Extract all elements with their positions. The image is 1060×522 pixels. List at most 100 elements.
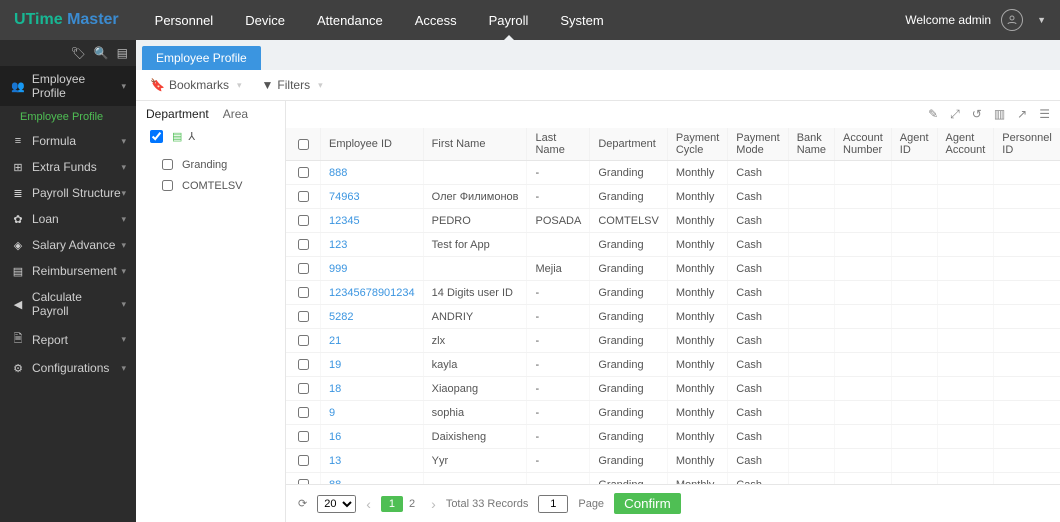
row-checkbox[interactable] xyxy=(298,359,309,370)
nav-personnel[interactable]: Personnel xyxy=(139,0,230,40)
tree-checkbox[interactable] xyxy=(162,159,173,170)
col-payment-cycle[interactable]: Payment Cycle xyxy=(667,128,727,161)
employee-id-link[interactable]: 19 xyxy=(321,353,424,377)
tree-checkbox[interactable] xyxy=(162,180,173,191)
row-checkbox[interactable] xyxy=(298,383,309,394)
cell-first-name: 14 Digits user ID xyxy=(423,281,527,305)
row-checkbox[interactable] xyxy=(298,455,309,466)
export-icon[interactable]: ↗ xyxy=(1017,107,1027,122)
sidebar-item-calculate-payroll[interactable]: ◀Calculate Payroll▾ xyxy=(0,284,136,324)
cell-first-name xyxy=(423,161,527,185)
sidebar-item-payroll-structure[interactable]: ≣Payroll Structure▾ xyxy=(0,180,136,206)
row-checkbox[interactable] xyxy=(298,311,309,322)
cell-last-name: - xyxy=(527,305,590,329)
sidebar-sub-employee-profile[interactable]: Employee Profile xyxy=(0,106,136,128)
tree-select-all[interactable] xyxy=(150,130,163,143)
nav-access[interactable]: Access xyxy=(399,0,473,40)
employee-id-link[interactable]: 5282 xyxy=(321,305,424,329)
col-bank-name[interactable]: Bank Name xyxy=(788,128,834,161)
employee-id-link[interactable]: 999 xyxy=(321,257,424,281)
col-account-number[interactable]: Account Number xyxy=(835,128,892,161)
employee-id-link[interactable]: 88 xyxy=(321,473,424,485)
employee-id-link[interactable]: 12345678901234 xyxy=(321,281,424,305)
col-employee-id[interactable]: Employee ID xyxy=(321,128,424,161)
tree-tab-department[interactable]: Department xyxy=(146,107,209,121)
employee-id-link[interactable]: 9 xyxy=(321,401,424,425)
employee-id-link[interactable]: 123 xyxy=(321,233,424,257)
nav-device[interactable]: Device xyxy=(229,0,301,40)
sidebar-item-loan[interactable]: ✿Loan▾ xyxy=(0,206,136,232)
row-checkbox[interactable] xyxy=(298,335,309,346)
tree-list-icon[interactable]: ▤ xyxy=(172,130,182,143)
row-checkbox[interactable] xyxy=(298,431,309,442)
page-input[interactable] xyxy=(538,495,568,513)
chevron-down-icon: ▾ xyxy=(121,188,126,199)
row-checkbox[interactable] xyxy=(298,263,309,274)
employee-id-link[interactable]: 16 xyxy=(321,425,424,449)
col-last-name[interactable]: Last Name xyxy=(527,128,590,161)
sidebar-item-extra-funds[interactable]: ⊞Extra Funds▾ xyxy=(0,154,136,180)
edit-icon[interactable]: ✎ xyxy=(928,107,938,122)
prev-page[interactable]: ‹ xyxy=(366,496,371,512)
sidebar-item-salary-advance[interactable]: ◈Salary Advance▾ xyxy=(0,232,136,258)
collapse-icon[interactable]: ▤ xyxy=(117,46,128,60)
tree-hierarchy-icon[interactable]: ⅄ xyxy=(188,130,195,143)
avatar[interactable] xyxy=(1001,9,1023,31)
employee-id-link[interactable]: 74963 xyxy=(321,185,424,209)
row-checkbox[interactable] xyxy=(298,239,309,250)
nav-payroll[interactable]: Payroll xyxy=(473,0,545,40)
bookmarks-button[interactable]: 🔖 Bookmarks ▾ xyxy=(150,78,242,92)
refresh-icon[interactable]: ↺ xyxy=(972,107,982,122)
confirm-button[interactable]: Confirm xyxy=(614,493,681,514)
page-size-select[interactable]: 20 xyxy=(317,495,356,513)
sidebar-item-reimbursement[interactable]: ▤Reimbursement▾ xyxy=(0,258,136,284)
col-payment-mode[interactable]: Payment Mode xyxy=(728,128,788,161)
tree-node-granding[interactable]: Granding xyxy=(146,154,275,175)
page-2[interactable]: 2 xyxy=(403,496,421,512)
cell-department: Granding xyxy=(590,449,668,473)
tab-employee-profile[interactable]: Employee Profile xyxy=(142,46,261,70)
sidebar-item-formula[interactable]: ≡Formula▾ xyxy=(0,128,136,154)
cell-first-name: zlx xyxy=(423,329,527,353)
col-department[interactable]: Department xyxy=(590,128,668,161)
cell-payment-mode: Cash xyxy=(728,233,788,257)
page-1[interactable]: 1 xyxy=(381,496,403,512)
tree-tab-area[interactable]: Area xyxy=(223,107,248,121)
employee-id-link[interactable]: 888 xyxy=(321,161,424,185)
reload-icon[interactable]: ⟳ xyxy=(298,497,307,510)
tag-icon[interactable]: 🏷 xyxy=(70,46,85,60)
col-agent-account[interactable]: Agent Account xyxy=(937,128,994,161)
row-checkbox[interactable] xyxy=(298,407,309,418)
row-checkbox[interactable] xyxy=(298,287,309,298)
cell-last-name: - xyxy=(527,449,590,473)
col-personnel-id[interactable]: Personnel ID xyxy=(994,128,1060,161)
user-menu-caret[interactable]: ▼ xyxy=(1037,15,1046,25)
employee-id-link[interactable]: 18 xyxy=(321,377,424,401)
filters-button[interactable]: ▼ Filters ▾ xyxy=(262,78,323,92)
row-checkbox[interactable] xyxy=(298,191,309,202)
sidebar-item-configurations[interactable]: ⚙Configurations▾ xyxy=(0,355,136,381)
employee-id-link[interactable]: 21 xyxy=(321,329,424,353)
next-page[interactable]: › xyxy=(431,496,436,512)
col-agent-id[interactable]: Agent ID xyxy=(891,128,937,161)
row-checkbox[interactable] xyxy=(298,167,309,178)
employee-id-link[interactable]: 12345 xyxy=(321,209,424,233)
row-checkbox[interactable] xyxy=(298,215,309,226)
select-all-checkbox[interactable] xyxy=(298,139,309,150)
sidebar-item-employee-profile[interactable]: 👥Employee Profile▾ xyxy=(0,66,136,106)
cell-last-name: - xyxy=(527,281,590,305)
settings-icon[interactable]: ☰ xyxy=(1039,107,1050,122)
tree-node-comtelsv[interactable]: COMTELSV xyxy=(146,175,275,196)
sidebar-icon: 👥 xyxy=(10,80,26,93)
nav-attendance[interactable]: Attendance xyxy=(301,0,399,40)
col-first-name[interactable]: First Name xyxy=(423,128,527,161)
employee-id-link[interactable]: 13 xyxy=(321,449,424,473)
sidebar-item-report[interactable]: 🗎Report▾ xyxy=(0,324,136,355)
filter-icon: ▼ xyxy=(262,78,274,92)
cell-department: Granding xyxy=(590,473,668,485)
nav-system[interactable]: System xyxy=(544,0,619,40)
cell-empty xyxy=(788,425,834,449)
columns-icon[interactable]: ▥ xyxy=(994,107,1005,122)
search-icon[interactable]: 🔍 xyxy=(94,46,109,60)
expand-icon[interactable]: ⤢ xyxy=(950,107,960,122)
